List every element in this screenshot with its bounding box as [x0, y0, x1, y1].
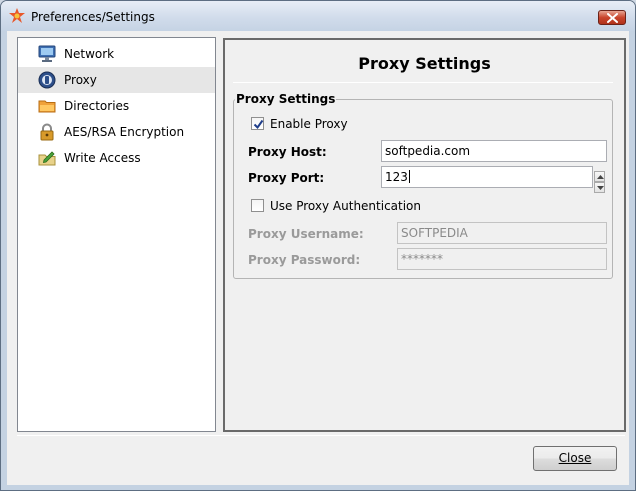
preferences-window: Preferences/Settings Network Proxy Direc… [0, 0, 636, 491]
enable-proxy-checkbox[interactable] [251, 117, 264, 130]
folder-icon [38, 100, 56, 113]
proxy-port-label: Proxy Port: [248, 171, 325, 185]
sidebar-item-label: AES/RSA Encryption [64, 125, 185, 139]
padlock-icon [40, 123, 54, 141]
window-title: Preferences/Settings [31, 10, 155, 24]
title-divider [233, 82, 613, 83]
sidebar-item-write-access[interactable]: Write Access [18, 145, 215, 171]
sidebar-item-label: Directories [64, 99, 130, 113]
proxy-host-label: Proxy Host: [248, 145, 327, 159]
settings-category-list[interactable]: Network Proxy Directories AES/RSA Encryp… [17, 37, 216, 432]
proxy-host-input[interactable]: softpedia.com [381, 140, 607, 162]
proxy-username-label: Proxy Username: [248, 227, 364, 241]
sidebar-item-label: Network [64, 47, 115, 61]
close-button-label: Close [558, 451, 592, 465]
panel-title: Proxy Settings [358, 54, 491, 73]
sidebar-item-proxy[interactable]: Proxy [18, 67, 215, 93]
sidebar-item-label: Proxy [64, 73, 97, 87]
proxy-username-input[interactable]: SOFTPEDIA [397, 222, 607, 244]
group-legend: Proxy Settings [235, 92, 337, 106]
use-proxy-auth-checkbox[interactable] [251, 199, 264, 212]
write-folder-icon [38, 151, 56, 166]
app-logo-icon [9, 8, 25, 23]
sidebar-item-label: Write Access [64, 151, 141, 165]
footer-divider [17, 435, 625, 436]
monitor-icon [38, 45, 56, 62]
close-button[interactable]: Close [533, 446, 617, 471]
checkmark-icon [253, 119, 264, 130]
proxy-password-label: Proxy Password: [248, 253, 361, 267]
spin-down-button[interactable] [594, 182, 605, 193]
arrow-up-icon [597, 175, 604, 179]
enable-proxy-label[interactable]: Enable Proxy [270, 117, 348, 131]
proxy-port-spinner[interactable] [594, 171, 605, 193]
window-close-button[interactable] [598, 10, 626, 25]
sidebar-item-network[interactable]: Network [18, 41, 215, 67]
close-x-icon [607, 13, 618, 23]
proxy-password-input[interactable]: ******* [397, 248, 607, 270]
proxy-globe-icon [38, 71, 56, 89]
dialog-client-area: Network Proxy Directories AES/RSA Encryp… [7, 31, 629, 485]
proxy-settings-panel: Proxy Settings Proxy Settings Enable Pro… [223, 38, 626, 432]
arrow-down-icon [597, 186, 604, 190]
sidebar-item-encryption[interactable]: AES/RSA Encryption [18, 119, 215, 145]
proxy-port-input[interactable]: 123 [381, 166, 593, 188]
spin-up-button[interactable] [594, 171, 605, 182]
title-bar[interactable]: Preferences/Settings [1, 1, 635, 31]
use-proxy-auth-label[interactable]: Use Proxy Authentication [270, 199, 421, 213]
text-caret [408, 170, 410, 183]
proxy-port-value: 123 [385, 170, 408, 184]
sidebar-item-directories[interactable]: Directories [18, 93, 215, 119]
